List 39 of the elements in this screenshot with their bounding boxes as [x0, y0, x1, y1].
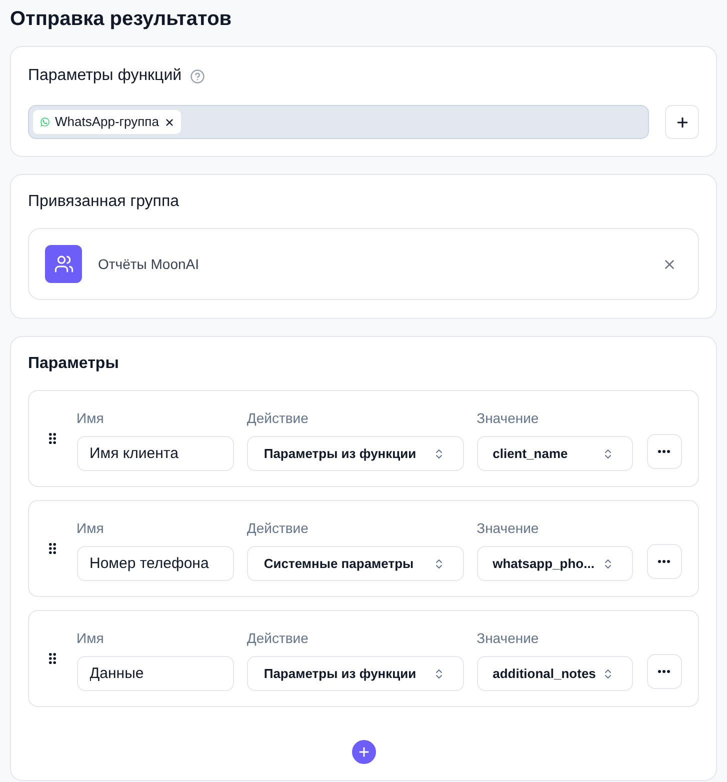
more-icon [658, 670, 670, 673]
section-title: Параметры функций [28, 66, 182, 86]
add-button[interactable] [665, 105, 699, 139]
drag-handle-icon[interactable] [49, 653, 56, 664]
drag-handle-icon[interactable] [49, 543, 56, 554]
value-select[interactable]: whatsapp_pho... [476, 546, 633, 581]
add-parameter-button[interactable] [352, 740, 376, 764]
section-title: Привязанная группа [28, 192, 180, 212]
field-label: Значение [476, 409, 540, 428]
field-label: Имя [76, 519, 105, 538]
tag-label: WhatsApp-группа [55, 113, 159, 132]
more-icon [658, 560, 670, 563]
plus-icon [674, 114, 690, 130]
value-select[interactable]: client_name [476, 436, 633, 471]
action-select[interactable]: Параметры из функции [246, 656, 464, 691]
tag-input-field[interactable]: WhatsApp-группа [28, 105, 649, 139]
name-input[interactable]: Данные [76, 656, 234, 691]
plus-icon [356, 745, 370, 759]
field-label: Имя [76, 409, 105, 428]
group-name: Отчёты MoonAI [98, 254, 199, 274]
value-select[interactable]: additional_notes [476, 656, 633, 691]
more-icon [658, 450, 670, 453]
field-label: Значение [476, 629, 540, 648]
action-select[interactable]: Системные параметры [246, 546, 464, 581]
field-label: Действие [246, 629, 310, 648]
close-icon[interactable] [164, 116, 175, 128]
action-select[interactable]: Параметры из функции [246, 436, 464, 471]
section-title: Параметры [28, 354, 120, 374]
whatsapp-icon [40, 117, 50, 127]
help-icon[interactable] [190, 68, 205, 84]
name-input[interactable]: Номер телефона [76, 546, 234, 581]
field-label: Действие [246, 519, 310, 538]
field-label: Действие [246, 409, 310, 428]
drag-handle-icon[interactable] [49, 433, 56, 444]
page-title: Отправка результатов [10, 7, 233, 32]
users-icon [45, 245, 82, 283]
name-input[interactable]: Имя клиента [76, 436, 234, 471]
field-label: Имя [76, 629, 105, 648]
field-label: Значение [476, 519, 540, 538]
